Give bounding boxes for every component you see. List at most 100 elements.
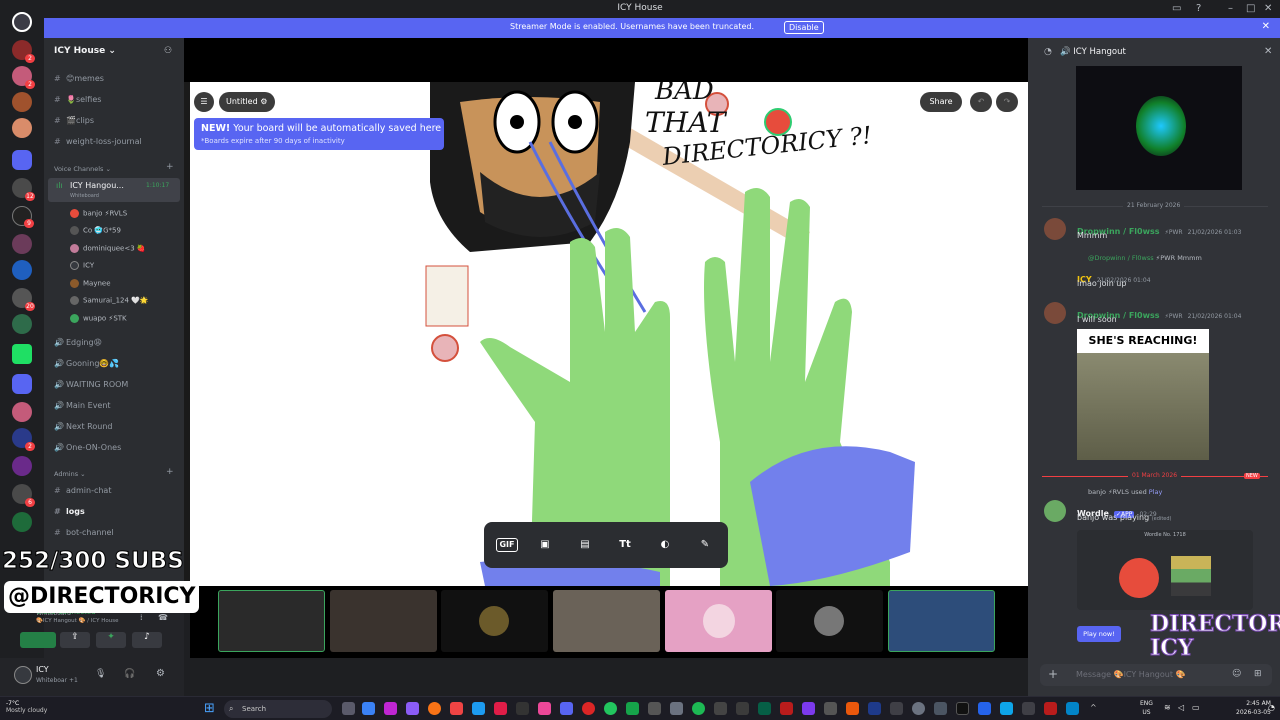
voice-channel-one-on-ones[interactable]: 🔊 One-ON-Ones [54,443,121,452]
taskbar-app-icon[interactable] [1066,702,1079,715]
settings-gear-icon[interactable]: ⚙ [156,668,165,679]
taskbar-app-icon[interactable] [912,702,925,715]
add-member-icon[interactable]: ⚇ [164,46,172,56]
server-icon[interactable] [12,314,32,334]
discord-icon[interactable] [560,702,573,715]
video-tile[interactable] [441,590,548,652]
server-icon[interactable]: 6 [12,484,35,507]
taskbar-app-icon[interactable] [472,702,485,715]
server-icon[interactable] [12,512,32,532]
server-icon[interactable]: 2 [12,428,35,451]
taskbar-app-icon[interactable] [626,702,639,715]
voice-channel-edging[interactable]: 🔊 Edging😩 [54,338,102,347]
disconnect-icon[interactable]: ☎ [158,613,168,622]
channel-memes[interactable]: # 😊memes [54,74,104,83]
voice-user[interactable]: Samurai_124 🤍🌟 [70,296,149,305]
help-icon[interactable]: ? [1196,3,1201,14]
file-icon[interactable]: ▤ [574,535,596,555]
voice-user[interactable]: ICY [70,261,94,270]
taskbar-app-icon[interactable] [1022,702,1035,715]
taskbar-app-icon[interactable] [714,702,727,715]
language-indicator[interactable]: ENG US [1140,699,1153,717]
taskbar-app-icon[interactable] [934,702,947,715]
server-icon[interactable] [12,118,32,138]
taskbar-app-icon[interactable] [362,702,375,715]
chat-video-preview[interactable] [1076,66,1242,190]
shapes-icon[interactable]: ◐ [654,535,676,555]
channel-clips[interactable]: # 🎬clips [54,116,94,125]
taskbar-app-icon[interactable] [450,702,463,715]
activities-button[interactable]: ✦ [96,632,126,648]
taskbar-app-icon[interactable] [780,702,793,715]
user-name[interactable]: ICY [36,665,49,674]
folder-icon[interactable] [12,150,32,170]
taskbar-app-icon[interactable] [956,702,969,715]
board-menu-icon[interactable]: ☰ [194,92,214,112]
board-title-button[interactable]: Untitled ⚙ [219,92,275,112]
firefox-icon[interactable] [428,702,441,715]
video-tile[interactable] [665,590,772,652]
add-channel-icon[interactable]: + [166,162,174,172]
server-icon[interactable] [12,402,32,422]
message-input[interactable]: + Message 🎨ICY Hangout 🎨 ☺ ⊞ [1040,664,1272,686]
taskbar-app-icon[interactable] [978,702,991,715]
kick-icon[interactable] [12,344,32,364]
notifications-icon[interactable]: ◔ [1268,703,1275,712]
video-tile[interactable] [553,590,660,652]
video-tile[interactable] [218,590,325,652]
inbox-icon[interactable]: ▭ [1172,3,1181,14]
taskbar-app-icon[interactable] [538,702,551,715]
taskbar-app-icon[interactable] [846,702,859,715]
text-tool-button[interactable]: Tt [614,535,636,555]
taskbar-app-icon[interactable] [648,702,661,715]
category-voice-channels[interactable]: Voice Channels ⌄ [54,165,111,173]
server-icon[interactable] [12,92,32,112]
battery-icon[interactable]: ▭ [1192,703,1200,712]
camera-button[interactable] [20,632,56,648]
pen-icon[interactable]: ✎ [694,535,716,555]
microphone-icon[interactable]: 🎙 [95,669,106,679]
minimize-icon[interactable]: – [1228,3,1233,14]
noise-suppression-icon[interactable]: ⁞ [140,613,143,622]
taskbar-app-icon[interactable] [1000,702,1013,715]
add-channel-icon[interactable]: + [166,467,174,477]
wordle-avatar[interactable] [1044,500,1066,522]
taskbar-app-icon[interactable] [758,702,771,715]
taskbar-app-icon[interactable] [802,702,815,715]
channel-selfies[interactable]: # 🌷selfies [54,95,101,104]
add-attachment-icon[interactable]: + [1048,667,1058,681]
avatar[interactable] [1044,302,1066,324]
windows-start-icon[interactable]: ⊞ [204,702,217,715]
undo-icon[interactable]: ↶ [970,92,992,112]
voice-user[interactable]: Maynee [70,279,111,288]
voice-user[interactable]: wuapo ⚡STK [70,314,127,323]
close-chat-icon[interactable]: ✕ [1264,46,1272,57]
taskbar-app-icon[interactable] [890,702,903,715]
server-icon[interactable]: 2 [12,40,35,63]
soundboard-button[interactable]: ♪ [132,632,162,648]
gif-attachment[interactable]: SHE'S REACHING! [1077,329,1209,460]
play-now-button[interactable]: Play now! [1077,626,1121,642]
share-button[interactable]: Share [920,92,962,112]
voice-channel-gooning[interactable]: 🔊 Gooning🤓💦 [54,359,119,368]
whiteboard-canvas[interactable]: BAD THAT DIRECTORICY ?! [190,82,1028,586]
taskbar-search[interactable]: ⌕ Search [224,700,332,718]
server-icon[interactable]: 2 [12,66,35,89]
voice-channel-next-round[interactable]: 🔊 Next Round [54,422,113,431]
server-name-header[interactable]: ICY House ⌄ [54,46,116,56]
tray-chevron-icon[interactable]: ^ [1090,703,1097,712]
server-icon[interactable] [12,260,32,280]
category-admins[interactable]: Admins ⌄ [54,470,86,478]
active-voice-channel[interactable]: ılı ICY Hangou... 1:10:17 Whiteboard [48,178,180,202]
channel-admin-chat[interactable]: # admin-chat [54,486,111,495]
voice-user[interactable]: banjo ⚡RVLS [70,209,127,218]
voice-user[interactable]: Co 🥶G*59 [70,226,121,235]
screen-share-button[interactable]: ⇪ [60,632,90,648]
taskbar-app-icon[interactable] [736,702,749,715]
opera-icon[interactable] [582,702,595,715]
close-window-icon[interactable]: ✕ [1264,3,1272,14]
channel-weight-loss-journal[interactable]: # weight-loss-journal [54,137,142,146]
server-icon[interactable]: 12 [12,178,35,201]
taskbar-app-icon[interactable] [384,702,397,715]
server-icon-yrl[interactable] [12,234,32,254]
